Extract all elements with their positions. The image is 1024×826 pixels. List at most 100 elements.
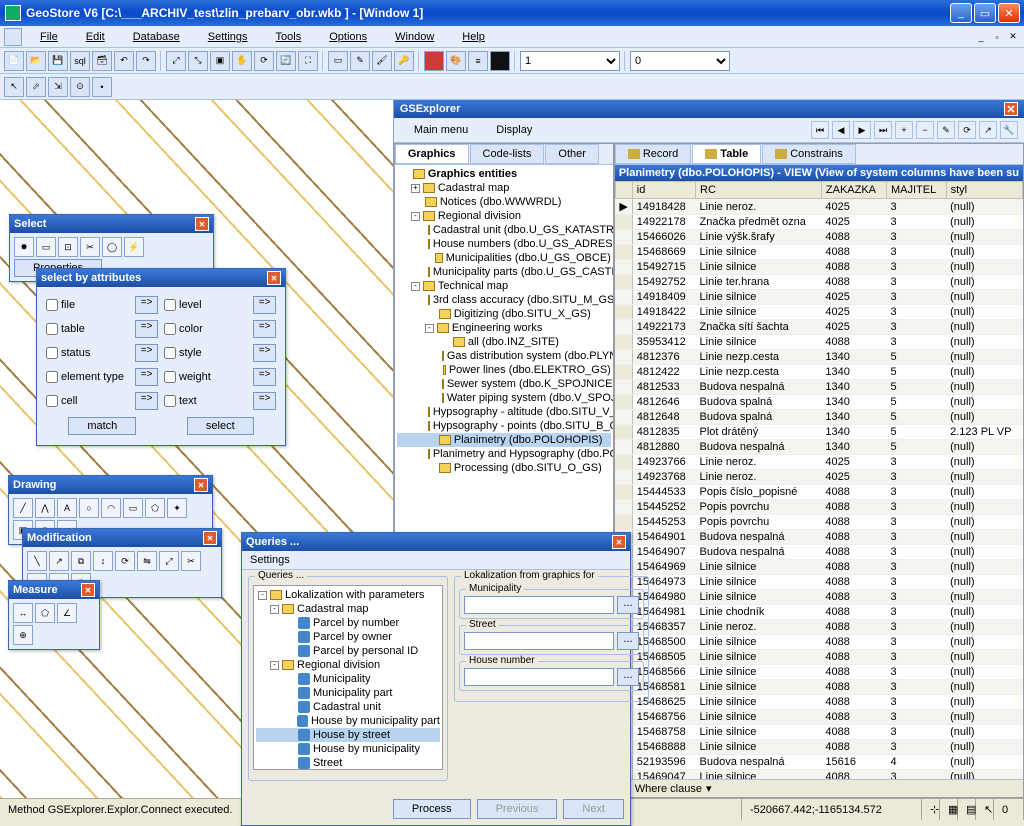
col-header[interactable]: MAJITEL xyxy=(886,182,946,199)
select-zap-icon[interactable]: ⚡ xyxy=(124,237,144,257)
previous-button[interactable]: Previous xyxy=(477,799,558,819)
attr-weight-arrow[interactable]: => xyxy=(253,368,276,386)
table-row[interactable]: 14922178Značka předmět ozna40253(null) xyxy=(615,215,1022,230)
query-tree-node[interactable]: -Regional division xyxy=(256,658,440,672)
next-button[interactable]: Next xyxy=(563,799,624,819)
tab-table[interactable]: Table xyxy=(692,144,761,164)
table-row[interactable]: 15468888Linie silnice40883(null) xyxy=(615,740,1022,755)
table-row[interactable]: 52193596Budova nespalná156164(null) xyxy=(615,755,1022,770)
attr-element type-arrow[interactable]: => xyxy=(135,368,158,386)
attr-style-arrow[interactable]: => xyxy=(253,344,276,362)
draw-rect-icon[interactable]: ▭ xyxy=(123,498,143,518)
drawing-close[interactable]: ✕ xyxy=(194,478,208,492)
tree-node[interactable]: -Engineering works xyxy=(397,321,611,335)
table-row[interactable]: 15468758Linie silnice40883(null) xyxy=(615,725,1022,740)
table-row[interactable]: 15464981Linie chodník40883(null) xyxy=(615,605,1022,620)
draw-polyline-icon[interactable]: ⋀ xyxy=(35,498,55,518)
status-cursor-icon[interactable]: ↖ xyxy=(976,799,994,820)
table-row[interactable]: 15468357Linie neroz.40883(null) xyxy=(615,620,1022,635)
measure-area-icon[interactable]: ⬠ xyxy=(35,603,55,623)
menu-settings[interactable]: Settings xyxy=(194,28,262,46)
display-link[interactable]: Display xyxy=(482,122,546,138)
tree-node[interactable]: Municipalities (dbo.U_GS_OBCE) xyxy=(397,251,611,265)
street-input[interactable] xyxy=(464,632,614,650)
table-row[interactable]: 4812422Linie nezp.cesta13405(null) xyxy=(615,365,1022,380)
nav-export-icon[interactable]: ↗ xyxy=(979,121,997,139)
map-canvas[interactable]: Select✕ ✸ ▭ ⊡ ✂ ◯ ⚡ Properties select by… xyxy=(0,100,394,798)
tab-constrains[interactable]: Constrains xyxy=(762,144,856,164)
table-row[interactable]: 15445253Popis povrchu40883(null) xyxy=(615,515,1022,530)
status-layer-icon[interactable]: ▤ xyxy=(958,799,976,820)
measure-dist-icon[interactable]: ↔ xyxy=(13,603,33,623)
query-tree-node[interactable]: Parcel by owner xyxy=(256,630,440,644)
table-row[interactable]: 15464980Linie silnice40883(null) xyxy=(615,590,1022,605)
query-tree-node[interactable]: House by municipality xyxy=(256,742,440,756)
select-star-icon[interactable]: ✸ xyxy=(14,237,34,257)
data-grid[interactable]: idRCZAKAZKAMAJITELstyl▶14918428Linie ner… xyxy=(615,181,1023,779)
palette-icon[interactable]: 🎨 xyxy=(446,51,466,71)
table-row[interactable]: 15466026Linie výšk.šrafy40883(null) xyxy=(615,230,1022,245)
menu-options[interactable]: Options xyxy=(315,28,381,46)
table-row[interactable]: 14923766Linie neroz.40253(null) xyxy=(615,455,1022,470)
query-tree-node[interactable]: Municipality xyxy=(256,672,440,686)
col-header[interactable]: RC xyxy=(696,182,822,199)
main-menu-link[interactable]: Main menu xyxy=(400,122,482,138)
table-row[interactable]: 15464973Linie silnice40883(null) xyxy=(615,575,1022,590)
attr-color-check[interactable]: color xyxy=(164,323,247,335)
municipality-pick[interactable]: ... xyxy=(617,596,639,614)
table-row[interactable]: 15468625Linie silnice40883(null) xyxy=(615,695,1022,710)
tree-node[interactable]: all (dbo.INZ_SITE) xyxy=(397,335,611,349)
range-icon[interactable]: ⇲ xyxy=(48,77,68,97)
tree-node[interactable]: Water piping system (dbo.V_SPOJNICE) xyxy=(397,391,611,405)
attr-element type-check[interactable]: element type xyxy=(46,371,129,383)
tree-node[interactable]: Graphics entities xyxy=(397,167,611,181)
table-row[interactable]: 15445252Popis povrchu40883(null) xyxy=(615,500,1022,515)
select-icon[interactable]: ▭ xyxy=(328,51,348,71)
attr-level-arrow[interactable]: => xyxy=(253,296,276,314)
table-row[interactable]: ▶14918428Linie neroz.40253(null) xyxy=(615,199,1022,215)
query-tree-node[interactable]: Parcel by personal ID xyxy=(256,644,440,658)
key-icon[interactable]: 🔑 xyxy=(394,51,414,71)
mod-scale-icon[interactable]: ⤢ xyxy=(159,551,179,571)
table-row[interactable]: 15468581Linie silnice40883(null) xyxy=(615,680,1022,695)
tree-node[interactable]: Gas distribution system (dbo.PLYN_GS) xyxy=(397,349,611,363)
mod-extend-icon[interactable]: ↗ xyxy=(49,551,69,571)
house-input[interactable] xyxy=(464,668,614,686)
draw-star-icon[interactable]: ✦ xyxy=(167,498,187,518)
tree-node[interactable]: Digitizing (dbo.SITU_X_GS) xyxy=(397,307,611,321)
attr-cell-arrow[interactable]: => xyxy=(135,392,158,410)
nav-tool-icon[interactable]: 🔧 xyxy=(1000,121,1018,139)
match-button[interactable]: match xyxy=(68,417,136,435)
measure-coord-icon[interactable]: ⊕ xyxy=(13,625,33,645)
table-row[interactable]: 4812646Budova spalná13405(null) xyxy=(615,395,1022,410)
new-icon[interactable]: 📄 xyxy=(4,51,24,71)
tab-other[interactable]: Other xyxy=(545,144,599,164)
status-snap-icon[interactable]: ⊹ xyxy=(922,799,940,820)
table-row[interactable]: 15468669Linie silnice40883(null) xyxy=(615,245,1022,260)
open-icon[interactable]: 📂 xyxy=(26,51,46,71)
attr-status-check[interactable]: status xyxy=(46,347,129,359)
table-row[interactable]: 15444533Popis číslo_popisné40883(null) xyxy=(615,485,1022,500)
tree-node[interactable]: 3rd class accuracy (dbo.SITU_M_GS) xyxy=(397,293,611,307)
attr-cell-check[interactable]: cell xyxy=(46,395,129,407)
table-row[interactable]: 15468756Linie silnice40883(null) xyxy=(615,710,1022,725)
col-header[interactable]: styl xyxy=(946,182,1022,199)
maximize-button[interactable]: ▭ xyxy=(974,3,996,23)
query-tree-node[interactable]: House by municipality part xyxy=(256,714,440,728)
arrow-icon[interactable]: ↖ xyxy=(4,77,24,97)
mdi-restore[interactable]: ▫ xyxy=(990,30,1004,44)
dot-icon[interactable]: • xyxy=(92,77,112,97)
tree-node[interactable]: Cadastral unit (dbo.U_GS_KATASTRY) xyxy=(397,223,611,237)
house-pick[interactable]: ... xyxy=(617,668,639,686)
table-row[interactable]: 15468566Linie silnice40883(null) xyxy=(615,665,1022,680)
measure-angle-icon[interactable]: ∠ xyxy=(57,603,77,623)
table-row[interactable]: 35953412Linie silnice40883(null) xyxy=(615,335,1022,350)
attr-table-arrow[interactable]: => xyxy=(135,320,158,338)
menu-database[interactable]: Database xyxy=(119,28,194,46)
street-pick[interactable]: ... xyxy=(617,632,639,650)
query-tree-node[interactable]: -Lokalization with parameters xyxy=(256,588,440,602)
query-tree-node[interactable]: Municipality part xyxy=(256,686,440,700)
redo-icon[interactable]: ↷ xyxy=(136,51,156,71)
attr-text-arrow[interactable]: => xyxy=(253,392,276,410)
mod-break-icon[interactable]: ✂ xyxy=(181,551,201,571)
